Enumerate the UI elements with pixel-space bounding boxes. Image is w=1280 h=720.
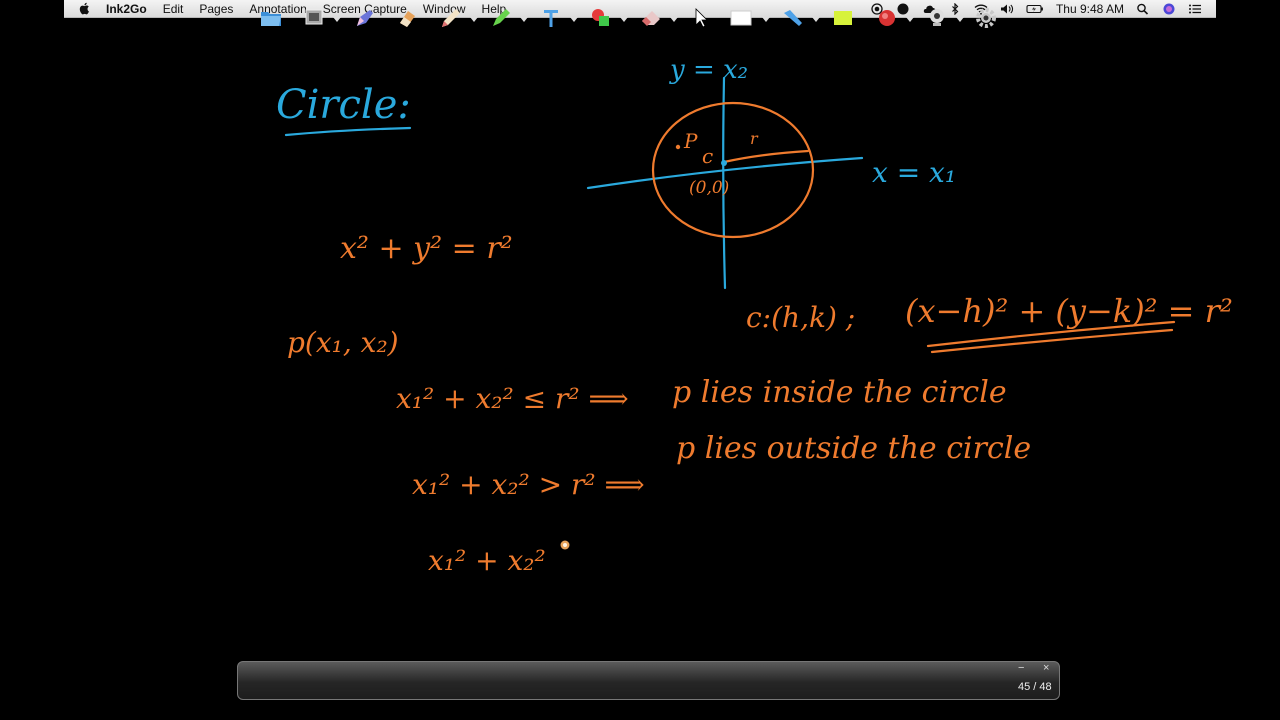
menu-edit[interactable]: Edit bbox=[163, 2, 184, 16]
ink2go-toolbar bbox=[237, 661, 1060, 700]
color-tool[interactable] bbox=[830, 5, 856, 31]
status-area: Thu 9:48 AM bbox=[870, 2, 1216, 16]
pencil-icon bbox=[442, 9, 460, 27]
center-dot bbox=[721, 160, 727, 166]
text-dropdown[interactable] bbox=[570, 17, 578, 22]
spotlight-search-icon[interactable] bbox=[1136, 3, 1150, 15]
settings-icon bbox=[976, 8, 996, 28]
pointer-tool[interactable] bbox=[688, 5, 714, 31]
apple-icon[interactable] bbox=[78, 2, 90, 15]
shape-tool[interactable] bbox=[588, 5, 614, 31]
whiteboard-dropdown[interactable] bbox=[762, 17, 770, 22]
screen-capture-tool[interactable] bbox=[302, 5, 328, 31]
siri-icon[interactable] bbox=[1162, 3, 1176, 15]
webcam-dropdown[interactable] bbox=[956, 17, 964, 22]
highlighter-dropdown[interactable] bbox=[520, 17, 528, 22]
clear-icon bbox=[642, 11, 660, 26]
minimize-button[interactable]: − bbox=[1018, 663, 1024, 674]
whiteboard-canvas[interactable]: Circle: y = x₂ x = x₁ P c r (0,0) x² + y… bbox=[0, 18, 1280, 720]
record-tool[interactable] bbox=[874, 5, 900, 31]
boundary-condition: x₁² + x₂² bbox=[428, 544, 546, 577]
menu-pages[interactable]: Pages bbox=[199, 2, 233, 16]
point-dot bbox=[675, 144, 681, 150]
outside-condition: x₁² + x₂² > r² ⟹ bbox=[412, 468, 645, 501]
point-label: P bbox=[683, 129, 698, 153]
title-underline bbox=[284, 126, 412, 137]
x-axis-label: x = x₁ bbox=[872, 156, 956, 189]
battery-icon[interactable] bbox=[1026, 3, 1044, 15]
clear-tool[interactable] bbox=[638, 5, 664, 31]
capture-dropdown[interactable] bbox=[333, 17, 341, 22]
circle-equation: x² + y² = r² bbox=[340, 231, 513, 266]
eraser-icon bbox=[400, 11, 415, 27]
point-definition: p(x₁, x₂) bbox=[287, 326, 399, 359]
highlighter-icon bbox=[493, 9, 510, 26]
general-circle-equation: (x−h)² + (y−k)² = r² bbox=[905, 292, 1233, 330]
center-definition: c:(h,k) ; bbox=[746, 301, 855, 334]
folder-tool[interactable] bbox=[258, 5, 284, 31]
inside-condition: x₁² + x₂² ≤ r² ⟹ bbox=[396, 382, 629, 415]
radius-label: r bbox=[750, 129, 759, 148]
close-button[interactable]: × bbox=[1043, 663, 1049, 674]
notification-center-icon[interactable] bbox=[1188, 3, 1202, 15]
folder-icon bbox=[261, 12, 281, 26]
text-icon bbox=[544, 10, 558, 27]
shape-dropdown[interactable] bbox=[620, 17, 628, 22]
line-dropdown[interactable] bbox=[812, 17, 820, 22]
color-icon bbox=[834, 11, 852, 25]
settings-tool[interactable] bbox=[973, 5, 999, 31]
inside-conclusion: p lies inside the circle bbox=[672, 375, 1007, 410]
pencil-dropdown[interactable] bbox=[470, 17, 478, 22]
y-axis-label: y = x₂ bbox=[669, 55, 748, 85]
text-tool[interactable] bbox=[538, 5, 564, 31]
volume-icon[interactable] bbox=[1000, 3, 1014, 15]
menu-app-name[interactable]: Ink2Go bbox=[106, 2, 147, 16]
page-counter: 45 / 48 bbox=[1018, 681, 1052, 693]
highlighter-tool[interactable] bbox=[488, 5, 514, 31]
origin-label: (0,0) bbox=[689, 178, 729, 198]
eraser-tool[interactable] bbox=[394, 5, 420, 31]
laser-pointer-icon bbox=[560, 540, 570, 550]
webcam-icon bbox=[930, 9, 944, 26]
bluetooth-icon[interactable] bbox=[948, 2, 962, 15]
webcam-tool[interactable] bbox=[924, 5, 950, 31]
clear-dropdown[interactable] bbox=[670, 17, 678, 22]
whiteboard-icon bbox=[730, 10, 752, 26]
pointer-icon bbox=[695, 8, 708, 28]
pencil-tool[interactable] bbox=[438, 5, 464, 31]
pen-icon bbox=[357, 10, 373, 26]
board-title: Circle: bbox=[276, 82, 411, 128]
pen-tool[interactable] bbox=[352, 5, 378, 31]
record-dropdown[interactable] bbox=[906, 17, 914, 22]
shape-icon bbox=[592, 9, 609, 26]
center-label: c bbox=[702, 144, 713, 168]
line-icon bbox=[784, 10, 802, 26]
record-icon bbox=[879, 10, 895, 26]
whiteboard-tool[interactable] bbox=[728, 5, 754, 31]
outside-conclusion: p lies outside the circle bbox=[676, 431, 1031, 466]
line-tool[interactable] bbox=[780, 5, 806, 31]
screen-capture-icon bbox=[305, 9, 323, 25]
radius-line bbox=[722, 149, 810, 164]
clock[interactable]: Thu 9:48 AM bbox=[1056, 2, 1124, 16]
